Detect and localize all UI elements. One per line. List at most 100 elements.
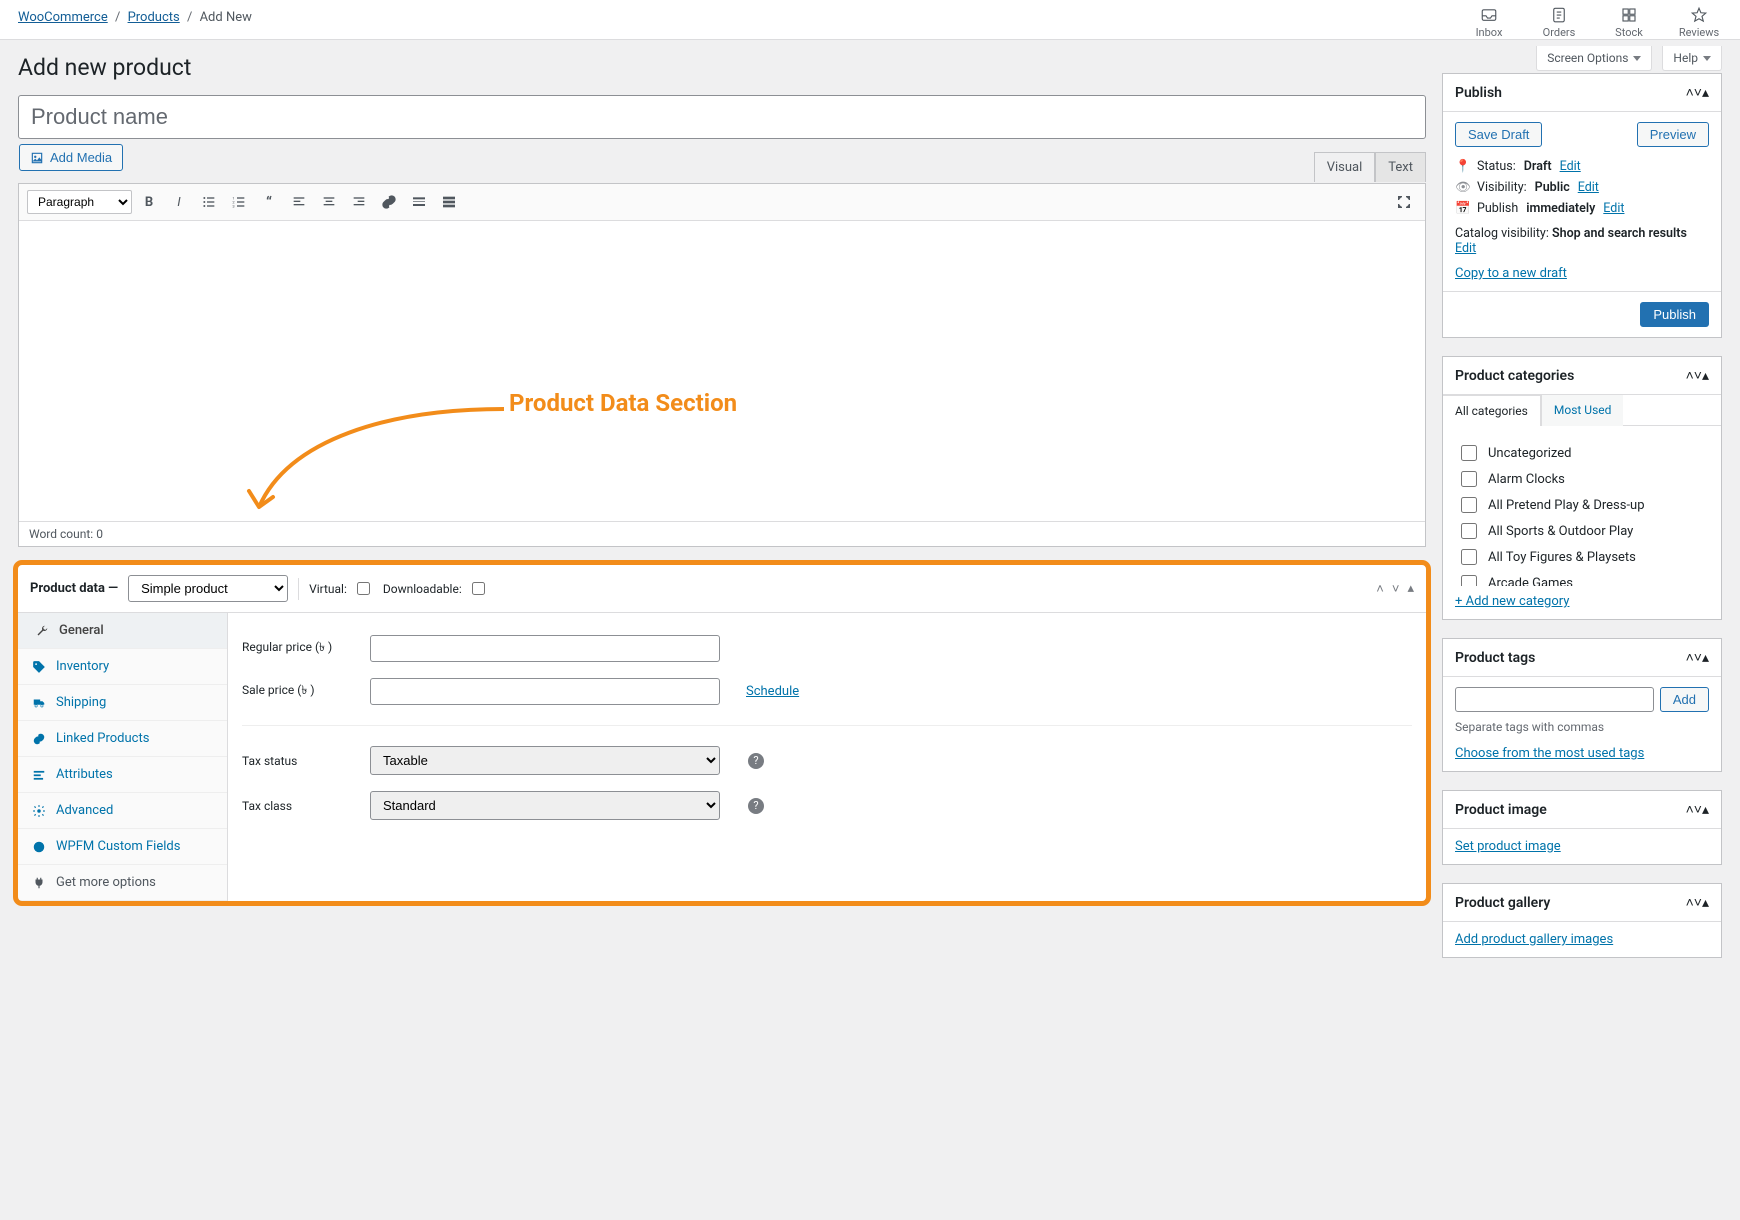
metabox-toggle-icon[interactable]: ▴ xyxy=(1407,581,1414,597)
product-title-input[interactable] xyxy=(18,95,1426,139)
preview-button[interactable]: Preview xyxy=(1637,122,1709,147)
category-checkbox[interactable] xyxy=(1461,549,1477,565)
category-checkbox[interactable] xyxy=(1461,471,1477,487)
toolbar-toggle-button[interactable] xyxy=(436,189,462,215)
tag-input[interactable] xyxy=(1455,687,1654,712)
pd-tab-more[interactable]: Get more options xyxy=(18,865,227,901)
downloadable-checkbox-label[interactable]: Downloadable: xyxy=(383,579,488,598)
categories-metabox: Product categories ˄˅▴ All categories Mo… xyxy=(1442,356,1722,620)
link-button[interactable] xyxy=(376,189,402,215)
editor-tab-visual[interactable]: Visual xyxy=(1314,152,1376,182)
category-checkbox[interactable] xyxy=(1461,497,1477,513)
wrench-icon xyxy=(35,624,49,638)
category-checkbox[interactable] xyxy=(1461,445,1477,461)
add-gallery-images-link[interactable]: Add product gallery images xyxy=(1455,932,1613,947)
topnav-stock[interactable]: Stock xyxy=(1606,6,1652,39)
tax-class-label: Tax class xyxy=(242,799,352,813)
category-checkbox[interactable] xyxy=(1461,523,1477,539)
category-checkbox[interactable] xyxy=(1461,575,1477,586)
breadcrumb-current: Add New xyxy=(200,10,252,25)
save-draft-button[interactable]: Save Draft xyxy=(1455,122,1542,147)
align-center-button[interactable] xyxy=(316,189,342,215)
schedule-link[interactable]: Schedule xyxy=(746,684,799,699)
italic-button[interactable]: I xyxy=(166,189,192,215)
align-right-button[interactable] xyxy=(346,189,372,215)
help-icon[interactable]: ? xyxy=(748,753,764,769)
publish-metabox: Publish ˄˅▴ Save Draft Preview 📍Status: … xyxy=(1442,73,1722,338)
metabox-up-icon[interactable]: ˄ xyxy=(1376,581,1384,597)
tax-class-select[interactable]: Standard xyxy=(370,791,720,820)
gear-icon xyxy=(32,804,46,818)
add-tag-button[interactable]: Add xyxy=(1660,687,1709,712)
insert-more-button[interactable] xyxy=(406,189,432,215)
edit-visibility-link[interactable]: Edit xyxy=(1578,180,1599,195)
metabox-toggle-icon[interactable]: ▴ xyxy=(1702,85,1709,101)
pd-tab-attributes[interactable]: Attributes xyxy=(18,757,227,793)
edit-catalog-link[interactable]: Edit xyxy=(1455,241,1476,256)
orders-icon xyxy=(1550,6,1568,24)
stock-icon xyxy=(1620,6,1638,24)
metabox-up-icon[interactable]: ˄ xyxy=(1686,85,1694,101)
edit-status-link[interactable]: Edit xyxy=(1560,159,1581,174)
category-item[interactable]: Uncategorized xyxy=(1457,440,1707,466)
pd-tab-inventory[interactable]: Inventory xyxy=(18,649,227,685)
category-item[interactable]: All Pretend Play & Dress-up xyxy=(1457,492,1707,518)
choose-tags-link[interactable]: Choose from the most used tags xyxy=(1455,746,1644,761)
fullscreen-button[interactable] xyxy=(1391,189,1417,215)
product-type-select[interactable]: Simple product xyxy=(128,575,288,602)
pd-tab-wpfm[interactable]: WPFM Custom Fields xyxy=(18,829,227,865)
align-left-button[interactable] xyxy=(286,189,312,215)
copy-draft-link[interactable]: Copy to a new draft xyxy=(1455,266,1567,281)
tag-icon xyxy=(32,660,46,674)
content-editor: Add Media Visual Text Paragraph B I 123 … xyxy=(18,183,1426,547)
product-data-label: Product data — xyxy=(30,581,118,596)
metabox-down-icon[interactable]: ˅ xyxy=(1694,85,1702,101)
pd-tab-shipping[interactable]: Shipping xyxy=(18,685,227,721)
tax-status-select[interactable]: Taxable xyxy=(370,746,720,775)
bold-button[interactable]: B xyxy=(136,189,162,215)
category-list[interactable]: UncategorizedAlarm ClocksAll Pretend Pla… xyxy=(1455,436,1709,586)
add-media-button[interactable]: Add Media xyxy=(19,144,123,171)
topnav-inbox[interactable]: Inbox xyxy=(1466,6,1512,39)
help-icon[interactable]: ? xyxy=(748,798,764,814)
number-list-button[interactable]: 123 xyxy=(226,189,252,215)
product-gallery-metabox: Product gallery ˄˅▴ Add product gallery … xyxy=(1442,883,1722,958)
inbox-icon xyxy=(1480,6,1498,24)
virtual-checkbox[interactable] xyxy=(357,582,370,595)
downloadable-checkbox[interactable] xyxy=(472,582,485,595)
topnav-orders[interactable]: Orders xyxy=(1536,6,1582,39)
add-new-category-link[interactable]: + Add new category xyxy=(1455,594,1569,609)
category-item[interactable]: All Sports & Outdoor Play xyxy=(1457,518,1707,544)
bullet-list-button[interactable] xyxy=(196,189,222,215)
quote-button[interactable]: “ xyxy=(256,189,282,215)
cat-tab-most[interactable]: Most Used xyxy=(1541,395,1624,426)
pd-tab-advanced[interactable]: Advanced xyxy=(18,793,227,829)
edit-publish-date-link[interactable]: Edit xyxy=(1603,201,1624,216)
svg-text:3: 3 xyxy=(232,203,234,208)
set-product-image-link[interactable]: Set product image xyxy=(1455,839,1561,854)
pd-tab-linked[interactable]: Linked Products xyxy=(18,721,227,757)
regular-price-input[interactable] xyxy=(370,635,720,662)
editor-tab-text[interactable]: Text xyxy=(1375,152,1426,182)
tags-metabox: Product tags ˄˅▴ Add Separate tags with … xyxy=(1442,638,1722,772)
block-format-select[interactable]: Paragraph xyxy=(27,190,132,214)
virtual-checkbox-label[interactable]: Virtual: xyxy=(309,579,373,598)
help-tab[interactable]: Help xyxy=(1662,46,1722,71)
breadcrumb-woocommerce[interactable]: WooCommerce xyxy=(18,10,108,25)
regular-price-label: Regular price (৳ ) xyxy=(242,639,352,659)
sale-price-input[interactable] xyxy=(370,678,720,705)
metabox-down-icon[interactable]: ˅ xyxy=(1392,581,1400,597)
sale-price-label: Sale price (৳ ) xyxy=(242,682,352,702)
link-icon xyxy=(32,732,46,746)
topnav-reviews[interactable]: Reviews xyxy=(1676,6,1722,39)
category-item[interactable]: All Toy Figures & Playsets xyxy=(1457,544,1707,570)
publish-button[interactable]: Publish xyxy=(1640,302,1709,327)
screen-options-tab[interactable]: Screen Options xyxy=(1536,46,1652,71)
category-item[interactable]: Arcade Games xyxy=(1457,570,1707,586)
breadcrumb-products[interactable]: Products xyxy=(128,10,180,25)
editor-body[interactable] xyxy=(19,221,1425,521)
pd-tab-general[interactable]: General xyxy=(18,613,227,649)
cat-tab-all[interactable]: All categories xyxy=(1443,395,1541,426)
editor-toolbar: Paragraph B I 123 “ xyxy=(19,184,1425,221)
category-item[interactable]: Alarm Clocks xyxy=(1457,466,1707,492)
